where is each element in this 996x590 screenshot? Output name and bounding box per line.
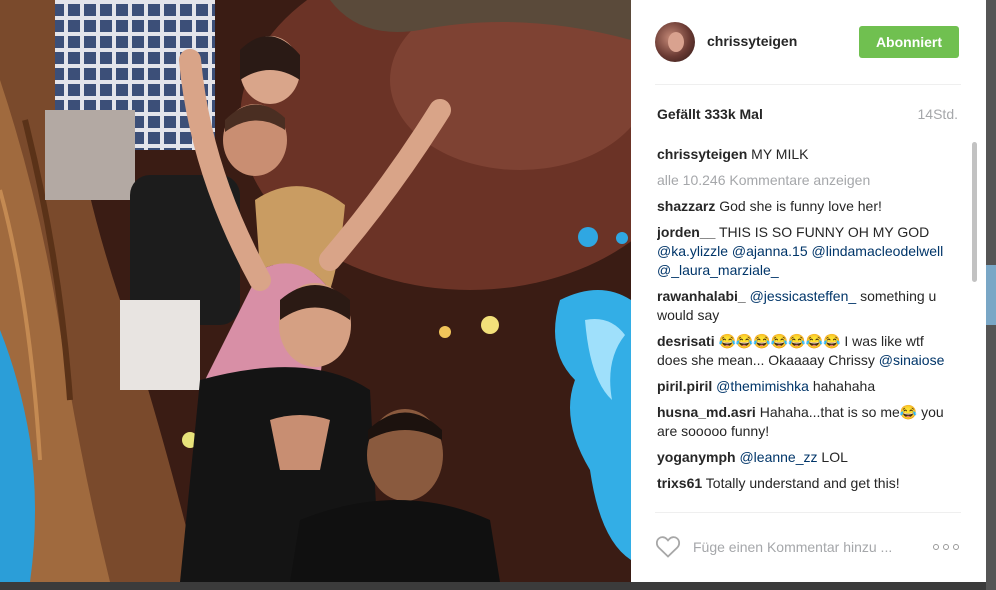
backdrop-bottom-strip	[0, 582, 996, 590]
comment-mention[interactable]: @themimishka	[716, 378, 809, 394]
comment-text: Totally understand and get this!	[705, 475, 900, 491]
comment-username[interactable]: husna_md.asri	[657, 404, 756, 420]
avatar[interactable]	[655, 22, 695, 62]
list-item: rawanhalabi_ @jessicasteffen_ something …	[657, 287, 957, 325]
comment-text: Hahaha...that is so me	[759, 404, 900, 420]
comment-text: God she is funny love her!	[719, 198, 882, 214]
following-button[interactable]: Abonniert	[859, 26, 959, 58]
comment-mention[interactable]: @sinaiose	[879, 352, 945, 368]
comment-text: LOL	[821, 449, 848, 465]
backdrop-right-strip	[986, 0, 996, 590]
comment-username[interactable]: desrisati	[657, 333, 715, 349]
more-dot	[933, 544, 939, 550]
comment-mention[interactable]: @ka.ylizzle	[657, 243, 728, 259]
comment-emoji: 😂	[899, 404, 918, 420]
comment-mention[interactable]: @leanne_zz	[739, 449, 817, 465]
comments-scroll-thumb[interactable]	[972, 142, 977, 282]
caption-text: MY MILK	[751, 146, 809, 162]
comment-emoji: 😂😂😂😂😂😂😂	[718, 333, 841, 349]
comment-username[interactable]: trixs61	[657, 475, 702, 491]
post-header: chrissyteigen Abonniert	[631, 0, 986, 84]
comment-username[interactable]: shazzarz	[657, 198, 715, 214]
list-item: jorden__ THIS IS SO FUNNY OH MY GOD @ka.…	[657, 223, 957, 280]
caption: chrissyteigen MY MILK	[657, 145, 957, 164]
comment-mention[interactable]: @lindamacleodelwell	[812, 243, 944, 259]
list-item: shazzarz God she is funny love her!	[657, 197, 957, 216]
more-dot	[953, 544, 959, 550]
list-item: husna_md.asri Hahaha...that is so me😂 yo…	[657, 403, 957, 441]
post-photo-illustration	[0, 0, 631, 582]
comment-text: hahahaha	[812, 378, 876, 394]
more-options-icon[interactable]	[933, 542, 961, 552]
caption-username[interactable]: chrissyteigen	[657, 146, 747, 162]
backdrop-right-highlight	[986, 265, 996, 325]
comment-username[interactable]: rawanhalabi_	[657, 288, 746, 304]
comment-mention[interactable]: @ajanna.15	[732, 243, 808, 259]
list-item: desrisati 😂😂😂😂😂😂😂 I was like wtf does sh…	[657, 332, 957, 370]
post-photo[interactable]	[0, 0, 631, 582]
comment-mention[interactable]: @jessicasteffen_	[750, 288, 857, 304]
more-dot	[943, 544, 949, 550]
likes-count[interactable]: Gefällt 333k Mal	[657, 106, 763, 122]
list-item: piril.piril @themimishka hahahaha	[657, 377, 957, 396]
header-divider	[655, 84, 961, 85]
composer-divider	[655, 512, 961, 513]
heart-icon[interactable]	[655, 535, 681, 559]
comment-composer	[631, 514, 986, 582]
comment-username[interactable]: piril.piril	[657, 378, 712, 394]
comment-text: THIS IS SO FUNNY OH MY GOD	[719, 224, 930, 240]
load-more-comments-link[interactable]: alle 10.246 Kommentare anzeigen	[657, 171, 957, 190]
comment-username[interactable]: yoganymph	[657, 449, 736, 465]
comment-username[interactable]: jorden__	[657, 224, 715, 240]
comment-mention[interactable]: @_laura_marziale_	[657, 262, 779, 278]
list-item: trixs61 Totally understand and get this!	[657, 474, 957, 493]
post-timestamp[interactable]: 14Std.	[918, 106, 958, 122]
comments-list: chrissyteigen MY MILK alle 10.246 Kommen…	[657, 145, 957, 510]
post-side-panel: chrissyteigen Abonniert Gefällt 333k Mal…	[631, 0, 986, 582]
list-item: yoganymph @leanne_zz LOL	[657, 448, 957, 467]
post-username[interactable]: chrissyteigen	[707, 33, 797, 49]
comments-scrollbar[interactable]	[971, 142, 978, 510]
avatar-face	[668, 32, 684, 52]
comment-input[interactable]	[693, 534, 913, 560]
